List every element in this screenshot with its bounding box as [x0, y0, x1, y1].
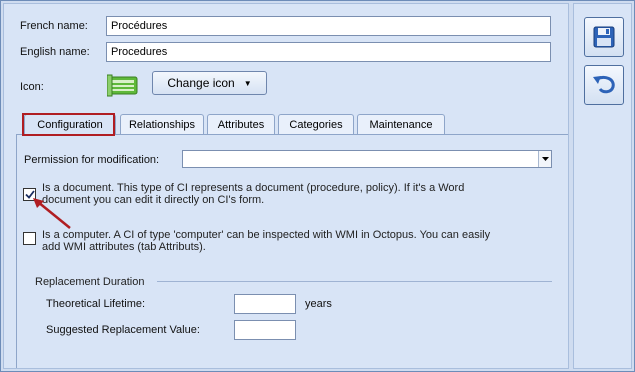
- replacement-value-label: Suggested Replacement Value:: [46, 324, 200, 336]
- is-document-description: Is a document. This type of CI represent…: [42, 182, 552, 206]
- tab-attributes[interactable]: Attributes: [207, 114, 275, 134]
- is-document-line2: document you can edit it directly on CI'…: [42, 194, 265, 206]
- is-document-line1: Is a document. This type of CI represent…: [42, 182, 465, 194]
- save-icon: [593, 26, 615, 48]
- permission-select[interactable]: [182, 150, 552, 168]
- tab-attributes-label: Attributes: [217, 118, 265, 131]
- lifetime-label: Theoretical Lifetime:: [46, 298, 146, 310]
- english-name-label: English name:: [20, 46, 90, 58]
- dropdown-arrow-icon: ▼: [243, 78, 252, 88]
- replacement-duration-heading: Replacement Duration: [35, 276, 145, 288]
- tab-relationships[interactable]: Relationships: [120, 114, 204, 134]
- is-computer-checkbox[interactable]: [23, 232, 36, 245]
- save-button[interactable]: [584, 17, 624, 57]
- is-computer-line1: Is a computer. A CI of type 'computer' c…: [42, 229, 491, 241]
- tab-categories-label: Categories: [289, 118, 343, 131]
- lifetime-unit: years: [305, 298, 332, 310]
- tab-maintenance[interactable]: Maintenance: [357, 114, 445, 134]
- configuration-tab-highlight: [22, 113, 115, 136]
- tab-maintenance-label: Maintenance: [369, 118, 433, 131]
- undo-button[interactable]: [584, 65, 624, 105]
- side-toolbar: [573, 3, 632, 369]
- english-name-input[interactable]: Procedures: [106, 42, 551, 62]
- replacement-value-input[interactable]: [234, 320, 296, 340]
- lifetime-input[interactable]: [234, 294, 296, 314]
- french-name-input[interactable]: Procédures: [106, 16, 551, 36]
- icon-label: Icon:: [20, 81, 44, 93]
- is-computer-description: Is a computer. A CI of type 'computer' c…: [42, 229, 552, 253]
- undo-icon: [593, 75, 615, 94]
- tab-categories[interactable]: Categories: [278, 114, 354, 134]
- change-icon-button[interactable]: Change icon ▼: [152, 71, 267, 95]
- chevron-down-icon[interactable]: [538, 151, 551, 167]
- ci-type-icon: [106, 73, 139, 98]
- french-name-label: French name:: [20, 20, 88, 32]
- replacement-divider: [157, 281, 552, 282]
- annotation-arrow-icon: [33, 198, 71, 229]
- tab-relationships-label: Relationships: [128, 118, 196, 131]
- permission-label: Permission for modification:: [24, 154, 160, 166]
- change-icon-label: Change icon: [167, 76, 235, 90]
- is-computer-line2: add WMI attributes (tab Attributs).: [42, 241, 206, 253]
